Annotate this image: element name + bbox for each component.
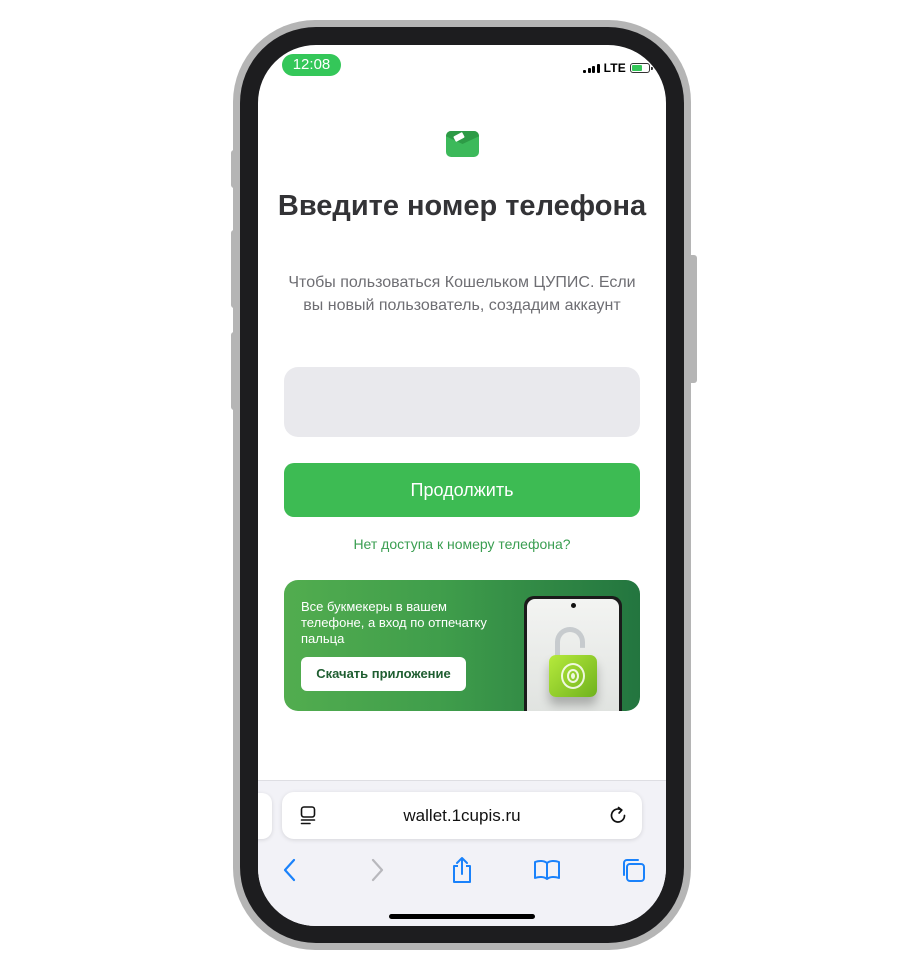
page-subtitle: Чтобы пользоваться Кошельком ЦУПИС. Если… — [288, 274, 636, 314]
safari-bottom-bar: wallet.1cupis.ru — [258, 780, 666, 926]
phone-input[interactable] — [284, 367, 640, 437]
address-bar[interactable]: wallet.1cupis.ru — [282, 792, 642, 839]
tabs-icon — [623, 859, 645, 882]
no-phone-access-link[interactable]: Нет доступа к номеру телефона? — [258, 534, 666, 554]
back-button[interactable] — [275, 855, 305, 885]
share-button[interactable] — [447, 855, 477, 885]
promo-phone-image — [524, 596, 622, 711]
battery-icon — [630, 63, 653, 73]
volume-up-button — [231, 230, 237, 308]
status-bar: 12:08 LTE — [258, 45, 666, 89]
tabs-button[interactable] — [618, 855, 648, 885]
reload-icon[interactable] — [608, 805, 628, 825]
silent-switch — [231, 150, 237, 188]
status-time: 12:08 — [282, 54, 341, 76]
volume-down-button — [231, 332, 237, 410]
fingerprint-lock-icon — [549, 655, 597, 697]
status-indicators: LTE — [583, 61, 653, 75]
download-app-button[interactable]: Скачать приложение — [301, 657, 466, 691]
safari-toolbar — [258, 849, 666, 889]
chevron-right-icon — [371, 858, 384, 882]
wallet-logo-icon — [446, 131, 479, 157]
app-promo-banner: Все букмекеры в вашем телефоне, а вход п… — [284, 580, 640, 711]
forward-button[interactable] — [362, 855, 392, 885]
network-type: LTE — [603, 61, 626, 75]
promo-text: Все букмекеры в вашем телефоне, а вход п… — [301, 599, 487, 646]
power-button — [691, 255, 697, 383]
home-indicator — [389, 914, 535, 919]
fingerprint-icon — [561, 663, 585, 689]
page-title: Введите номер телефона — [277, 190, 647, 222]
book-icon — [534, 859, 560, 880]
phone-screen: 12:08 LTE Введите номер телефона Чтобы п… — [258, 45, 666, 926]
url-text: wallet.1cupis.ru — [403, 806, 521, 825]
bookmarks-button[interactable] — [532, 855, 562, 885]
signal-icon — [583, 63, 600, 73]
chevron-left-icon — [283, 858, 296, 882]
continue-button[interactable]: Продолжить — [284, 463, 640, 517]
share-icon — [453, 857, 471, 883]
previous-tab-preview[interactable] — [258, 793, 272, 839]
